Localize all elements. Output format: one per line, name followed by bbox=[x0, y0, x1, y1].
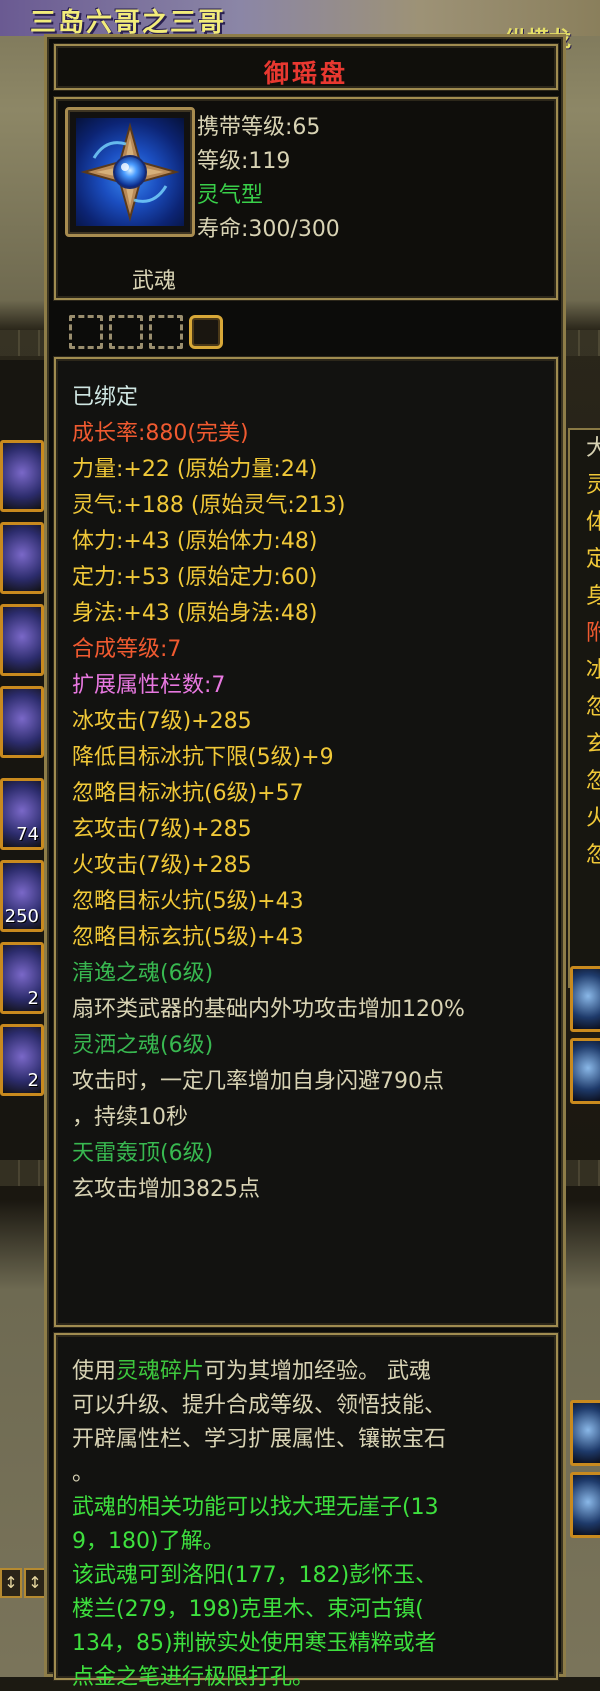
stat-focus: 定力:+53 (原始定力:60) bbox=[72, 565, 318, 590]
bind-status: 已绑定 bbox=[72, 385, 139, 410]
npc-hint-line: 134，85)荆嵌实处使用寒玉精粹或者 bbox=[72, 1631, 437, 1656]
slot-count: 2 bbox=[27, 988, 39, 1009]
item-tooltip: 御瑶盘 携带等级:65 等级:119 灵气型 寿命:300/300 武魂 已绑定… bbox=[44, 34, 566, 1690]
item-level: 等级:119 bbox=[197, 149, 291, 174]
skill-slot[interactable] bbox=[570, 1472, 600, 1538]
ext-attribute: 忽略目标玄抗(5级)+43 bbox=[72, 925, 304, 950]
description-line: 可以升级、提升合成等级、领悟技能、 bbox=[72, 1393, 447, 1418]
fan-ring-weapon-icon bbox=[76, 118, 184, 226]
compare-attr-char: 火 bbox=[586, 806, 600, 831]
npc-hint-line: 该武魂可到洛阳(177，182)彭怀玉、 bbox=[72, 1563, 438, 1588]
soul-socket-label: 武魂 bbox=[132, 269, 177, 294]
compare-attr-char: 灵 bbox=[586, 473, 600, 498]
npc-hint-line: 点金之笔进行极限打孔。 bbox=[72, 1665, 315, 1690]
compare-attr-char: 忽 bbox=[586, 843, 600, 868]
inventory-slot[interactable]: 2 bbox=[0, 942, 44, 1014]
slot-count: 2 bbox=[27, 1070, 39, 1091]
item-lifespan: 寿命:300/300 bbox=[197, 217, 340, 242]
item-type: 灵气型 bbox=[197, 183, 264, 208]
compare-attr-char: 附 bbox=[586, 621, 600, 646]
npc-hint-line: 9，180)了解。 bbox=[72, 1529, 225, 1554]
inventory-slot[interactable]: 250 bbox=[0, 860, 44, 932]
compare-attr-char: 忽 bbox=[586, 769, 600, 794]
ext-attribute: 忽略目标冰抗(6级)+57 bbox=[72, 781, 304, 806]
soul-skill-desc: 攻击时，一定几率增加自身闪避790点 bbox=[72, 1069, 444, 1094]
attribute-list: 已绑定 成长率:880(完美) 力量:+22 (原始力量:24) 灵气:+188… bbox=[54, 357, 558, 1327]
slot-count: 250 bbox=[4, 906, 39, 927]
soul-skill-desc: ，持续10秒 bbox=[72, 1105, 188, 1130]
stat-spirit: 灵气:+188 (原始灵气:213) bbox=[72, 493, 346, 518]
game-name-banner: 三岛六哥之三哥 纵横龙 bbox=[0, 0, 600, 53]
soul-skill-name: 清逸之魂(6级) bbox=[72, 961, 214, 986]
slot-count: 74 bbox=[16, 824, 39, 845]
compare-attr-char: 忽 bbox=[586, 695, 600, 720]
inventory-side-panel: 74 250 2 2 bbox=[0, 360, 46, 1160]
inventory-slot[interactable] bbox=[0, 440, 44, 512]
desc-text: 使用 bbox=[72, 1359, 117, 1384]
compare-attr-char: 定 bbox=[586, 547, 600, 572]
inventory-slot[interactable] bbox=[0, 522, 44, 594]
empty-socket[interactable] bbox=[109, 315, 143, 349]
compare-attr-char: 冰 bbox=[586, 658, 600, 683]
carry-level: 携带等级:65 bbox=[197, 115, 321, 140]
skill-slot[interactable] bbox=[570, 1400, 600, 1466]
inventory-slot[interactable]: 2 bbox=[0, 1024, 44, 1096]
npc-hint-line: 楼兰(279，198)克里木、束河古镇( bbox=[72, 1597, 424, 1622]
soul-skill-name: 灵洒之魂(6级) bbox=[72, 1033, 214, 1058]
compare-attr-char: 玄 bbox=[586, 732, 600, 757]
stat-strength: 力量:+22 (原始力量:24) bbox=[72, 457, 318, 482]
extra-attr-slots: 扩展属性栏数:7 bbox=[72, 673, 226, 698]
ext-attribute: 火攻击(7级)+285 bbox=[72, 853, 252, 878]
empty-socket[interactable] bbox=[69, 315, 103, 349]
ext-attribute: 冰攻击(7级)+285 bbox=[72, 709, 252, 734]
item-icon-frame[interactable] bbox=[65, 107, 195, 237]
ext-attribute: 玄攻击(7级)+285 bbox=[72, 817, 252, 842]
socket-row bbox=[69, 315, 223, 349]
tooltip-title-bar: 御瑶盘 bbox=[54, 44, 558, 90]
compare-attr-char: 体 bbox=[586, 510, 600, 535]
stat-stamina: 体力:+43 (原始体力:48) bbox=[72, 529, 318, 554]
empty-socket[interactable] bbox=[149, 315, 183, 349]
ext-attribute: 忽略目标火抗(5级)+43 bbox=[72, 889, 304, 914]
ext-attribute: 降低目标冰抗下限(5级)+9 bbox=[72, 745, 334, 770]
soul-skill-desc: 扇环类武器的基础内外功攻击增加120% bbox=[72, 997, 465, 1022]
scroll-arrows-icon[interactable]: ↕ bbox=[0, 1568, 22, 1598]
soul-skill-desc: 玄攻击增加3825点 bbox=[72, 1177, 260, 1202]
skill-slot[interactable] bbox=[570, 1038, 600, 1104]
description-line: 使用灵魂碎片可为其增加经验。 武魂 bbox=[72, 1353, 431, 1385]
soul-fragment-link[interactable]: 灵魂碎片 bbox=[116, 1359, 204, 1384]
description-box: 使用灵魂碎片可为其增加经验。 武魂 可以升级、提升合成等级、领悟技能、 开辟属性… bbox=[54, 1333, 558, 1690]
compare-panel: 大 灵 体 定 身 附 冰 忽 玄 忽 火 忽 bbox=[568, 428, 600, 988]
desc-text: 可为其增加经验。 武魂 bbox=[204, 1359, 432, 1384]
compare-attr-char: 身 bbox=[586, 584, 600, 609]
growth-rate: 成长率:880(完美) bbox=[72, 421, 249, 446]
synthesis-level: 合成等级:7 bbox=[72, 637, 182, 662]
inventory-slot[interactable] bbox=[0, 686, 44, 758]
description-line: 。 bbox=[72, 1461, 95, 1486]
inventory-slot[interactable] bbox=[0, 604, 44, 676]
compare-attr-char: 大 bbox=[586, 436, 600, 461]
scroll-arrows-icon[interactable]: ↕ bbox=[24, 1568, 46, 1598]
description-line: 开辟属性栏、学习扩展属性、镶嵌宝石 bbox=[72, 1427, 447, 1452]
stat-agility: 身法:+43 (原始身法:48) bbox=[72, 601, 318, 626]
opened-socket[interactable] bbox=[189, 315, 223, 349]
npc-hint-line: 武魂的相关功能可以找大理无崖子(13 bbox=[72, 1495, 439, 1520]
item-name: 御瑶盘 bbox=[263, 59, 348, 88]
skill-slot[interactable] bbox=[570, 966, 600, 1032]
inventory-slot[interactable]: 74 bbox=[0, 778, 44, 850]
soul-skill-name: 天雷轰顶(6级) bbox=[72, 1141, 214, 1166]
